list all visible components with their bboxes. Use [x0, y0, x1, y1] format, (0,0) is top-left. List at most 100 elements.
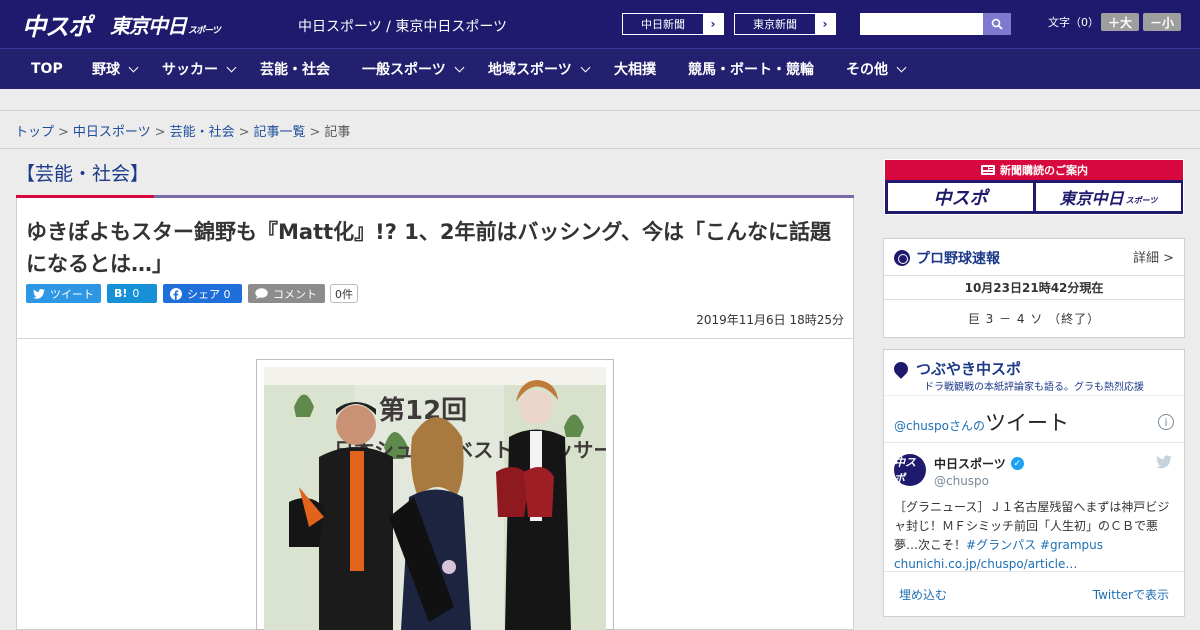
photo-banner-line1: 第12回 [379, 395, 467, 426]
facebook-share-label: シェア 0 [187, 287, 231, 301]
photo-illustration: 第12回 日本シューズベストドレッサー賞 [264, 367, 606, 630]
tweet-button[interactable]: ツイート [26, 284, 101, 303]
divider [884, 571, 1184, 572]
nav-sumo[interactable]: 大相撲 [614, 49, 656, 89]
breadcrumb-current: 記事 [324, 125, 351, 140]
breadcrumb-top[interactable]: トップ [15, 125, 54, 140]
tweet-author-name-label: 中日スポーツ [934, 457, 1006, 471]
nav-label: 大相撲 [614, 62, 656, 78]
hatena-icon: B! [114, 287, 128, 300]
tweet-author-handle[interactable]: @chuspo [934, 474, 989, 488]
divider [884, 442, 1184, 443]
chunichi-shimbun-link[interactable]: 中日新聞 › [622, 13, 724, 35]
breadcrumb: トップ > 中日スポーツ > 芸能・社会 > 記事一覧 > 記事 [15, 121, 350, 140]
twitter-widget: つぶやき中スポ ドラ戦観戦の本紙評論家も語る。グラも熱烈応援 @chuspoさん… [883, 349, 1185, 617]
chunichi-link-label: 中日新聞 [641, 18, 685, 31]
chevron-down-icon [896, 62, 907, 72]
twitter-bird-icon[interactable] [1156, 455, 1172, 469]
comment-button[interactable]: コメント [248, 284, 325, 303]
baseball-time: 10月23日21時42分現在 [964, 281, 1104, 295]
twitter-widget-title: つぶやき中スポ [891, 358, 1022, 379]
newspaper-icon [981, 165, 995, 175]
nav-entertainment[interactable]: 芸能・社会 [260, 49, 330, 89]
tweet-author-name[interactable]: 中日スポーツ ✓ [934, 455, 1024, 472]
article-title: ゆきぽよもスター錦野も『Matt化』!? 1、2年前はバッシング、今は「こんなに… [26, 220, 831, 276]
comment-label: コメント [273, 287, 317, 301]
breadcrumb-separator: > [154, 125, 166, 140]
nav-label: 競馬・ボート・競輪 [688, 62, 814, 78]
embed-link[interactable]: 埋め込む [899, 586, 947, 603]
tokyo-shimbun-link[interactable]: 東京新聞 › [734, 13, 836, 35]
nav-regional-sports[interactable]: 地域スポーツ [488, 49, 591, 89]
nav-label: サッカー [162, 62, 218, 78]
timeline-heading: ツイート [985, 411, 1070, 435]
chevron-down-icon [128, 62, 139, 72]
chevron-right-icon: › [703, 14, 723, 34]
subscribe-tokyo-logo[interactable]: 東京中日 スポーツ [1036, 183, 1181, 211]
timeline-title[interactable]: @chuspoさんのツイート [894, 407, 1069, 437]
subscription-banner[interactable]: 新聞購読のご案内 中スポ 東京中日 スポーツ [884, 159, 1184, 215]
chevron-down-icon [580, 62, 591, 72]
subscribe-tokyo-small: スポーツ [1125, 196, 1158, 205]
hatena-count: 0 [132, 287, 140, 300]
twitter-widget-title-label: つぶやき中スポ [916, 360, 1022, 378]
tokyo-chunichi-logo[interactable]: 東京中日 スポーツ [110, 8, 221, 40]
tokyo-logo-small: スポーツ [188, 26, 221, 36]
chevron-down-icon [226, 62, 237, 72]
view-on-twitter-link[interactable]: Twitterで表示 [1093, 586, 1169, 603]
chevron-down-icon [454, 62, 465, 72]
chuspo-logo[interactable]: 中スポ [22, 8, 92, 41]
nav-other[interactable]: その他 [846, 49, 907, 89]
baseball-detail-link[interactable]: 詳細 > [1133, 247, 1174, 266]
tweet-label: ツイート [50, 287, 94, 301]
article-date: 2019年11月6日 18時25分 [696, 313, 844, 327]
baseball-score[interactable]: 巨 3 － 4 ソ （終了） [884, 310, 1184, 327]
nav-label: 地域スポーツ [488, 62, 572, 78]
chevron-right-icon: › [815, 14, 835, 34]
baseball-title: プロ野球速報 [894, 248, 1000, 268]
facebook-share-button[interactable]: シェア 0 [163, 284, 242, 303]
subscribe-chuspo-logo[interactable]: 中スポ [888, 183, 1033, 211]
hashtag-link[interactable]: #grampus [1040, 538, 1103, 552]
nav-baseball[interactable]: 野球 [92, 49, 139, 89]
verified-badge-icon: ✓ [1010, 457, 1024, 470]
divider [884, 299, 1184, 300]
comment-bubble-icon [255, 288, 268, 299]
nav-label: TOP [31, 61, 63, 77]
main-nav: TOP 野球 サッカー 芸能・社会 一般スポーツ 地域スポーツ 大相撲 競馬・ボ… [0, 48, 1200, 89]
timeline-handle-prefix: @chuspoさんの [894, 419, 986, 433]
subscription-head-label: 新聞購読のご案内 [1000, 164, 1088, 177]
twitter-bird-icon [33, 288, 45, 299]
top-header: 中スポ 東京中日 スポーツ 中日スポーツ / 東京中日スポーツ 中日新聞 › 東京… [0, 0, 1200, 48]
subscribe-tokyo-text: 東京中日 [1059, 189, 1124, 208]
nav-keiba[interactable]: 競馬・ボート・競輪 [688, 49, 814, 89]
search-icon [991, 18, 1003, 30]
tweet-text: ［グラニュース］Ｊ１名古屋残留へまずは神戸ビジャ封じ！ＭＦシミッチ前回「人生初」… [894, 498, 1176, 574]
nav-top[interactable]: TOP [31, 49, 63, 89]
article-photo[interactable]: 第12回 日本シューズベストドレッサー賞 [264, 367, 606, 630]
nav-general-sports[interactable]: 一般スポーツ [362, 49, 465, 89]
microphone-icon [891, 358, 911, 379]
divider [884, 395, 1184, 396]
breadcrumb-chuspo[interactable]: 中日スポーツ [73, 125, 151, 140]
breadcrumb-entertainment[interactable]: 芸能・社会 [170, 125, 235, 140]
font-smaller-button[interactable]: －小 [1143, 13, 1181, 31]
hashtag-link[interactable]: #グランパス [966, 538, 1036, 552]
sub-bar [0, 89, 1200, 111]
avatar[interactable]: 中スポ [894, 454, 926, 486]
baseball-icon [894, 250, 910, 266]
nav-soccer[interactable]: サッカー [162, 49, 237, 89]
font-larger-button[interactable]: ＋大 [1101, 13, 1139, 31]
tweet-article-link[interactable]: chunichi.co.jp/chuspo/article… [894, 557, 1077, 571]
search-button[interactable] [983, 13, 1011, 35]
subscription-head: 新聞購読のご案内 [885, 160, 1183, 180]
twitter-widget-subtitle: ドラ戦観戦の本紙評論家も語る。グラも熱烈応援 [924, 382, 1144, 393]
nav-label: 一般スポーツ [362, 62, 446, 78]
divider [0, 148, 1200, 149]
category-heading: 【芸能・社会】 [16, 163, 150, 185]
hatena-bookmark-button[interactable]: B! 0 [107, 284, 157, 303]
tokyo-link-label: 東京新聞 [753, 18, 797, 31]
info-icon[interactable]: i [1158, 414, 1174, 430]
breadcrumb-article-list[interactable]: 記事一覧 [254, 125, 306, 140]
search-input[interactable] [860, 13, 984, 35]
